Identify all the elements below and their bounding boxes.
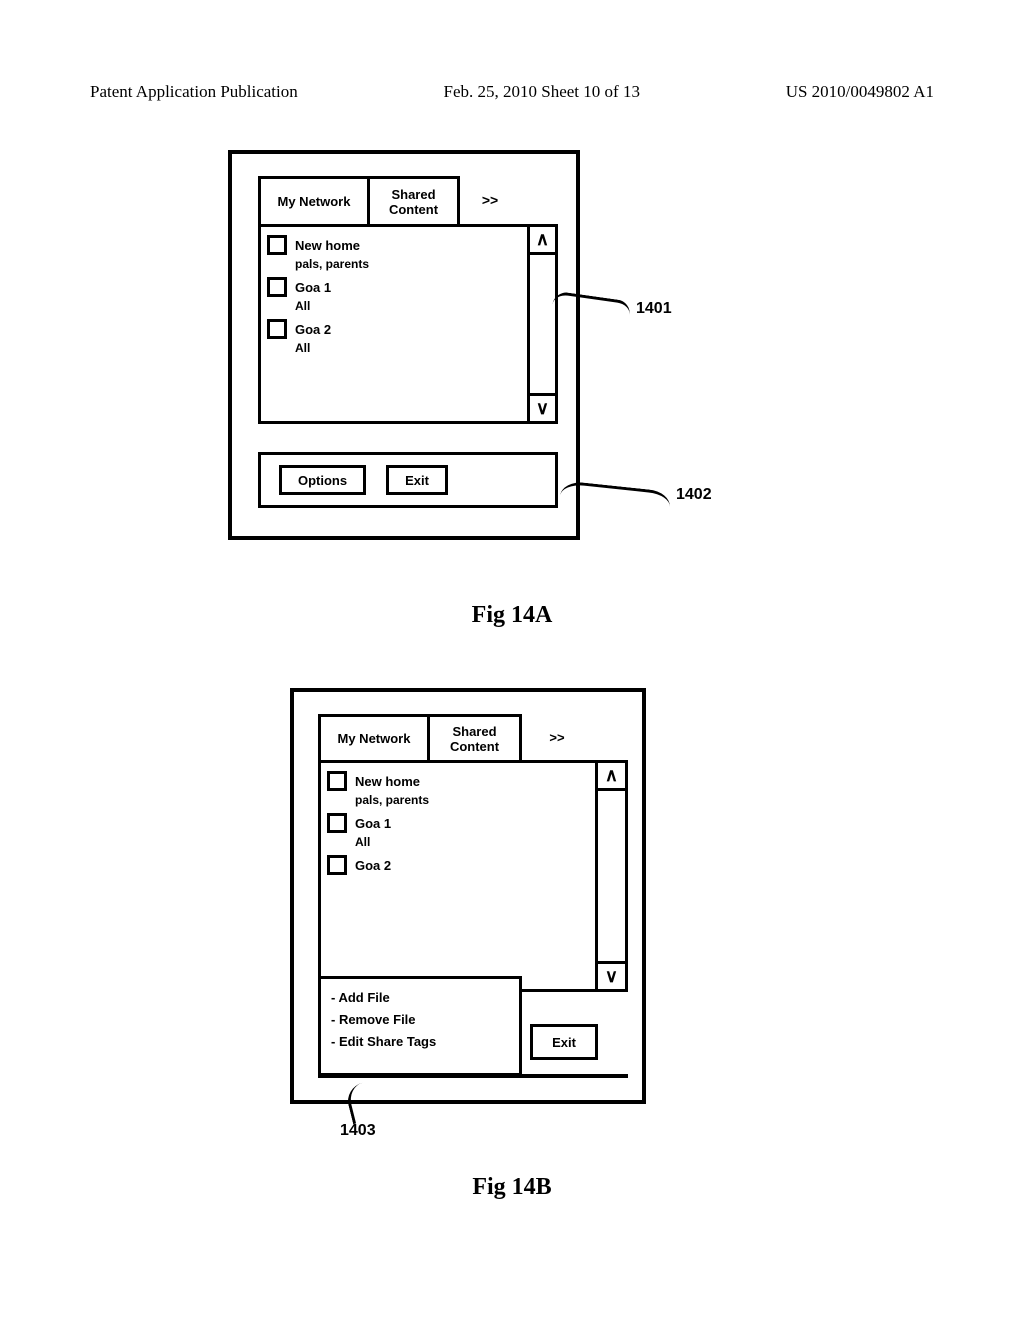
item-title: Goa 2 (355, 858, 391, 873)
list-pane: New home pals, parents Goa 1 All Goa 2 A… (258, 224, 558, 424)
header-center: Feb. 25, 2010 Sheet 10 of 13 (444, 82, 640, 102)
device-frame-14a: My Network Shared Content >> New home pa… (228, 150, 580, 540)
item-subtitle: pals, parents (295, 257, 521, 271)
list-body: New home pals, parents Goa 1 All Goa 2 A… (261, 227, 527, 421)
tab-shared-content[interactable]: Shared Content (430, 714, 522, 762)
list-item[interactable]: Goa 2 (327, 855, 589, 875)
list-item[interactable]: New home (327, 771, 589, 791)
list-item[interactable]: Goa 1 (267, 277, 521, 297)
checkbox-icon[interactable] (327, 771, 347, 791)
item-title: New home (295, 238, 360, 253)
callout-1403: 1403 (340, 1122, 376, 1140)
tab-bar: My Network Shared Content >> (318, 714, 592, 762)
item-subtitle: All (295, 341, 521, 355)
item-title: New home (355, 774, 420, 789)
device-frame-14b: My Network Shared Content >> New home pa… (290, 688, 646, 1104)
tab-shared-line1: Shared (452, 725, 496, 739)
tab-my-network[interactable]: My Network (318, 714, 430, 762)
item-title: Goa 2 (295, 322, 331, 337)
tab-my-network[interactable]: My Network (258, 176, 370, 226)
scrollbar[interactable]: ∧ ∨ (527, 227, 555, 421)
header-left: Patent Application Publication (90, 82, 298, 102)
item-title: Goa 1 (295, 280, 331, 295)
tab-bar: My Network Shared Content >> (258, 176, 520, 226)
page-header: Patent Application Publication Feb. 25, … (0, 82, 1024, 102)
tab-shared-line2: Content (450, 740, 499, 754)
exit-button[interactable]: Exit (386, 465, 448, 495)
item-subtitle: All (355, 835, 589, 849)
list-item[interactable]: Goa 1 (327, 813, 589, 833)
checkbox-icon[interactable] (327, 813, 347, 833)
scrollbar[interactable]: ∧ ∨ (595, 763, 625, 989)
scroll-down-icon[interactable]: ∨ (598, 961, 625, 989)
tab-more[interactable]: >> (522, 714, 592, 762)
tab-more[interactable]: >> (460, 176, 520, 226)
bottom-bar: Options Exit (258, 452, 558, 508)
item-title: Goa 1 (355, 816, 391, 831)
tab-shared-line2: Content (389, 203, 438, 217)
scroll-down-icon[interactable]: ∨ (530, 393, 555, 421)
list-pane: New home pals, parents Goa 1 All Goa 2 ∧… (318, 760, 628, 992)
tab-shared-line1: Shared (391, 188, 435, 202)
popup-add-file[interactable]: - Add File (331, 987, 509, 1009)
callout-1402: 1402 (676, 486, 712, 504)
figure-caption-14a: Fig 14A (0, 602, 1024, 629)
list-item[interactable]: Goa 2 (267, 319, 521, 339)
divider (318, 1074, 628, 1078)
popup-remove-file[interactable]: - Remove File (331, 1009, 509, 1031)
scroll-up-icon[interactable]: ∧ (598, 763, 625, 791)
list-body: New home pals, parents Goa 1 All Goa 2 (321, 763, 595, 989)
checkbox-icon[interactable] (267, 277, 287, 297)
checkbox-icon[interactable] (267, 319, 287, 339)
item-subtitle: pals, parents (355, 793, 589, 807)
options-popup: - Add File - Remove File - Edit Share Ta… (318, 976, 522, 1076)
checkbox-icon[interactable] (267, 235, 287, 255)
exit-button[interactable]: Exit (530, 1024, 598, 1060)
header-right: US 2010/0049802 A1 (786, 82, 934, 102)
popup-edit-share-tags[interactable]: - Edit Share Tags (331, 1031, 509, 1053)
figure-caption-14b: Fig 14B (0, 1174, 1024, 1201)
item-subtitle: All (295, 299, 521, 313)
list-item[interactable]: New home (267, 235, 521, 255)
options-button[interactable]: Options (279, 465, 366, 495)
callout-1401: 1401 (636, 300, 672, 318)
checkbox-icon[interactable] (327, 855, 347, 875)
tab-shared-content[interactable]: Shared Content (370, 176, 460, 226)
scroll-up-icon[interactable]: ∧ (530, 227, 555, 255)
